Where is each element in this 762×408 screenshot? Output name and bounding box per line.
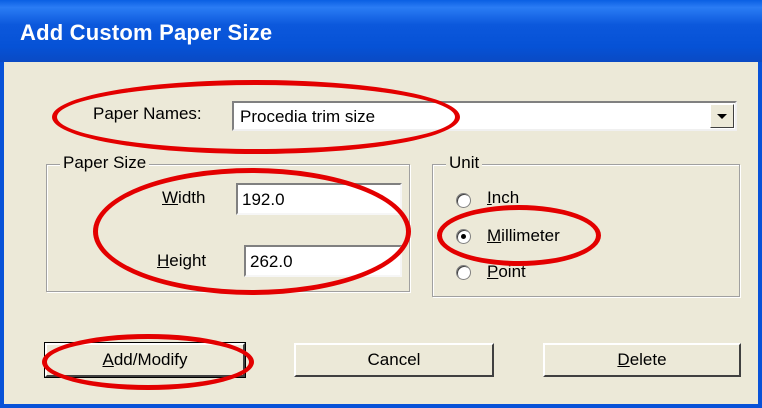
paper-names-dropdown-button[interactable]	[710, 104, 734, 128]
unit-point-radio[interactable]	[456, 265, 471, 280]
paper-names-combobox[interactable]: Procedia trim size	[232, 101, 737, 131]
unit-group-title: Unit	[446, 153, 483, 173]
window-frame-bottom	[0, 404, 762, 408]
add-modify-label: Add/Modify	[102, 350, 188, 369]
width-value[interactable]: 192.0	[242, 190, 285, 210]
unit-inch-label[interactable]: Inch	[487, 188, 519, 208]
window-frame-left	[0, 62, 4, 408]
cancel-button[interactable]: Cancel	[294, 343, 494, 377]
cancel-label: Cancel	[367, 350, 421, 369]
paper-names-value[interactable]: Procedia trim size	[240, 107, 375, 127]
delete-button[interactable]: Delete	[543, 343, 741, 377]
delete-label: Delete	[617, 350, 667, 369]
paper-size-group-title: Paper Size	[60, 153, 150, 173]
paper-names-label: Paper Names:	[93, 104, 202, 124]
unit-inch-radio[interactable]	[456, 193, 471, 208]
dialog-title: Add Custom Paper Size	[20, 20, 273, 45]
paper-names-label-text: Paper Names:	[93, 104, 202, 123]
unit-group	[432, 164, 740, 297]
add-modify-button[interactable]: Add/Modify	[44, 342, 246, 378]
width-input[interactable]: 192.0	[236, 183, 402, 215]
height-value[interactable]: 262.0	[250, 252, 293, 272]
unit-millimeter-label[interactable]: Millimeter	[487, 226, 560, 246]
chevron-down-icon	[717, 114, 727, 119]
unit-millimeter-radio[interactable]	[456, 229, 471, 244]
title-bar: Add Custom Paper Size	[0, 0, 762, 62]
window-frame-right	[758, 62, 762, 408]
height-label: Height	[157, 251, 207, 270]
unit-point-label[interactable]: Point	[487, 262, 526, 282]
height-input[interactable]: 262.0	[244, 245, 402, 277]
width-label: Width	[162, 188, 206, 207]
